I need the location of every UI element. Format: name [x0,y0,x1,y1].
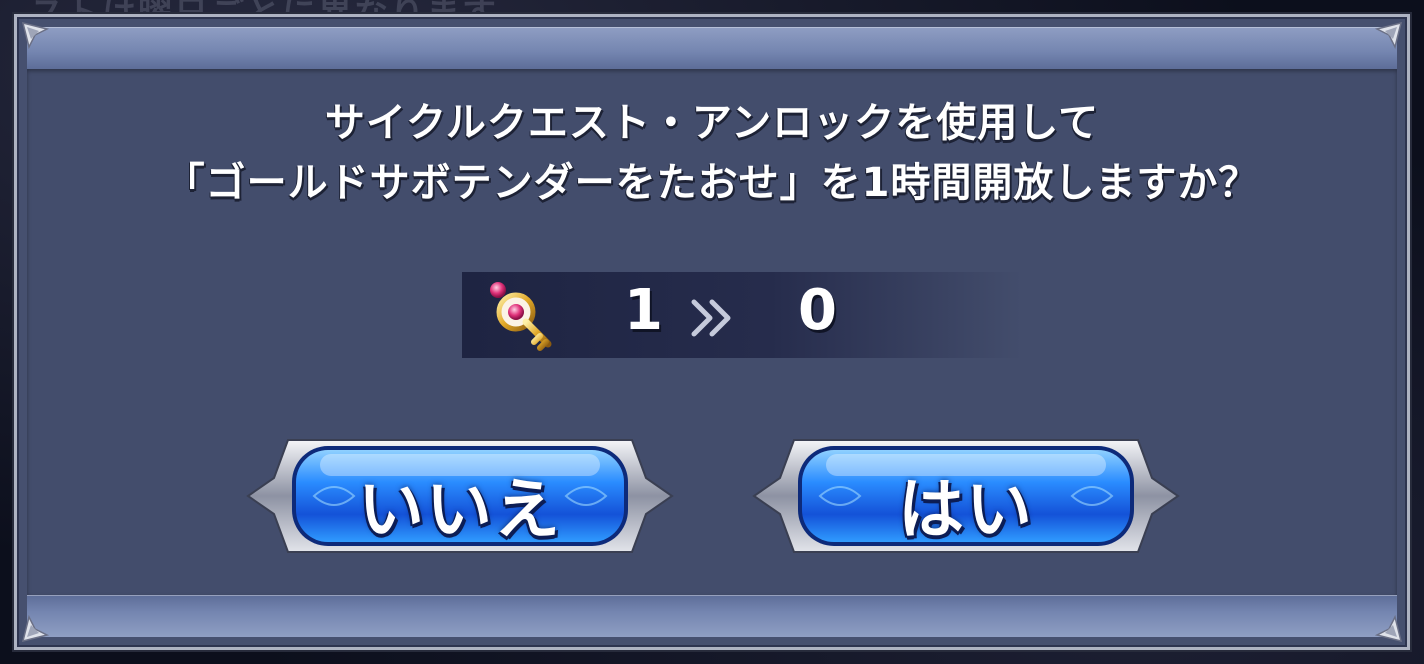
dialog-message-line-1: サイクルクエスト・アンロックを使用して [324,100,1100,146]
no-button-label: いいえ [358,471,562,548]
corner-ornament-icon [21,21,50,50]
yes-button[interactable]: はい [750,426,1182,566]
dialog-bottom-band [27,595,1397,637]
corner-ornament-icon [1374,21,1403,50]
corner-ornament-icon [21,614,50,643]
item-count-after: 0 [798,278,837,343]
yes-button-label: はい [898,471,1034,548]
dialog-top-band [27,27,1397,69]
dialog-message-line-2: 「ゴールドサボテンダーをたおせ」を1時間開放しますか？ [164,160,1260,206]
no-button[interactable]: いいえ [244,426,676,566]
corner-ornament-icon [1374,614,1403,643]
double-chevron-right-icon [691,299,731,337]
item-count-before: 1 [624,278,663,343]
key-icon [490,282,552,351]
